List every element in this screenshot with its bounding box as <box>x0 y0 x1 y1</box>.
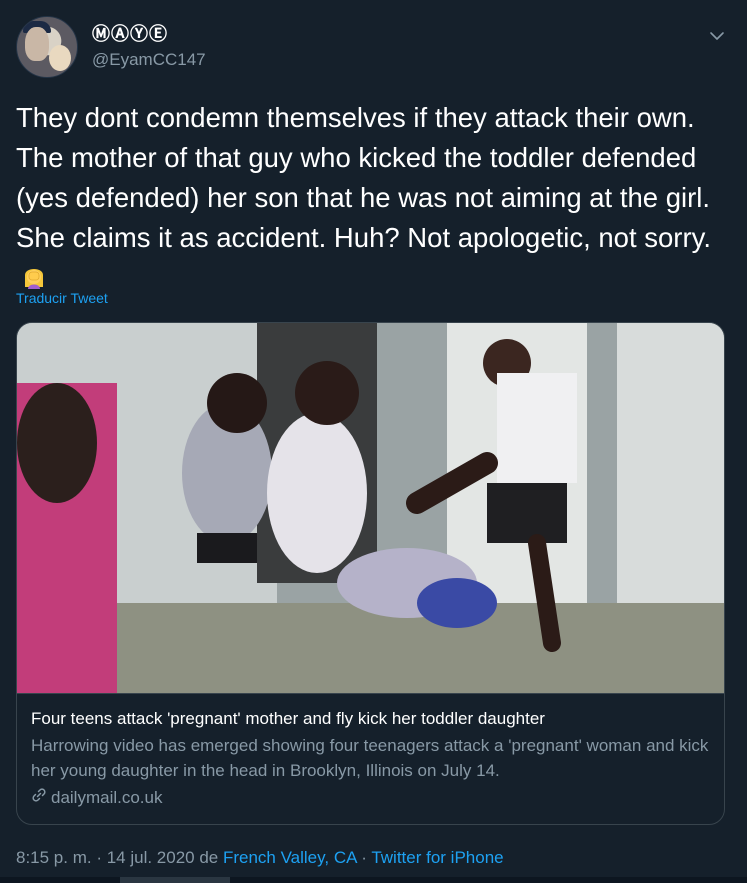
tweet-text-content: They dont condemn themselves if they att… <box>16 102 711 253</box>
card-domain: dailymail.co.uk <box>31 787 710 808</box>
scroll-indicator <box>120 877 230 883</box>
tweet-meta: 8:15 p. m. · 14 jul. 2020 de French Vall… <box>16 848 504 868</box>
woman-facepalming-icon <box>20 262 48 290</box>
translate-tweet-link[interactable]: Traducir Tweet <box>16 290 108 306</box>
chevron-down-icon[interactable] <box>705 26 729 46</box>
tweet-header: ⓂⒶⓎⒺ @EyamCC147 <box>16 14 731 78</box>
avatar-child-shape <box>49 45 71 71</box>
bottom-divider <box>0 877 747 883</box>
tweet-source-link[interactable]: Twitter for iPhone <box>371 848 503 867</box>
card-title: Four teens attack 'pregnant' mother and … <box>31 709 545 728</box>
card-domain-text: dailymail.co.uk <box>51 787 163 807</box>
card-video-thumbnail[interactable] <box>17 323 724 693</box>
display-name[interactable]: ⓂⒶⓎⒺ <box>92 20 168 46</box>
tweet-text: They dont condemn themselves if they att… <box>16 98 732 298</box>
card-info[interactable]: Four teens attack 'pregnant' mother and … <box>17 693 724 824</box>
tweet-location-link[interactable]: French Valley, CA <box>223 848 357 867</box>
tweet: ⓂⒶⓎⒺ @EyamCC147 They dont condemn themse… <box>0 0 747 883</box>
link-icon <box>31 787 47 808</box>
meta-separator: · <box>356 848 372 867</box>
thumbnail-scene <box>17 323 724 693</box>
avatar-face-shape <box>25 27 49 61</box>
card-description: Harrowing video has emerged showing four… <box>31 736 709 780</box>
link-card[interactable]: Four teens attack 'pregnant' mother and … <box>16 322 725 825</box>
user-handle[interactable]: @EyamCC147 <box>92 50 206 70</box>
avatar[interactable] <box>16 16 78 78</box>
meta-from-label: de <box>194 848 223 867</box>
tweet-timestamp[interactable]: 8:15 p. m. · 14 jul. 2020 <box>16 848 195 867</box>
